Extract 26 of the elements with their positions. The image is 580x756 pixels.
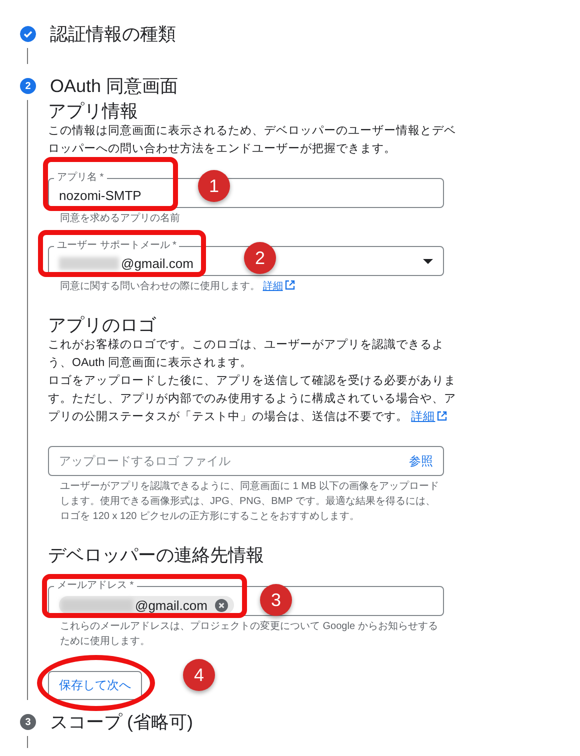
field-placeholder: アップロードするロゴ ファイル xyxy=(59,452,230,470)
step-number: 2 xyxy=(20,78,36,94)
field-label: メールアドレス * xyxy=(54,580,137,592)
helper-text: これらのメールアドレスは、プロジェクトの変更について Google からお知らせするために使用します。 xyxy=(60,620,439,649)
chip-text: @gmail.com xyxy=(135,598,208,612)
step-number: 3 xyxy=(20,714,36,730)
number-badge: 4 xyxy=(183,659,215,691)
section-description: ロゴをアップロードした後に、アプリを送信して確認を受ける必要があります。ただし、アプリが内部でのみ使用するように構成されている場合や、アプリの公開ステータスが「テスト中」の場合は、送信は不要です。 詳細 xyxy=(48,373,457,425)
helper-text: 同意に関する問い合わせの際に使用します。 詳細 xyxy=(60,279,440,294)
step-title: 認証情報の種類 xyxy=(50,23,176,46)
helper-text: ユーザーがアプリを認識できるように、同意画面に 1 MB 以下の画像をアップロードします。使用できる画像形式は、JPG、PNG、BMP です。最適な結果を得るには、ロゴを 120 x 120 ピクセルの正方形にすることをおすすめします。 xyxy=(60,480,440,524)
number-badge: 1 xyxy=(198,170,230,202)
number-badge: 3 xyxy=(260,584,292,616)
step-title: スコープ (省略可) xyxy=(50,711,193,734)
section-heading: アプリのロゴ xyxy=(48,314,157,336)
number-badge: 2 xyxy=(244,242,276,274)
section-heading: デベロッパーの連絡先情報 xyxy=(48,544,265,566)
field-label: ユーザー サポートメール * xyxy=(54,240,180,252)
section-description: この情報は同意画面に表示されるため、デベロッパーのユーザー情報とデベロッパーへの問い合わせ方法をエンドユーザーが把握できます。 xyxy=(48,124,457,157)
helper-text: 同意を求めるアプリの名前 xyxy=(60,212,181,226)
section-heading: アプリ情報 xyxy=(48,100,139,122)
section-description: これがお客様のロゴです。このロゴは、ユーザーがアプリを認識できるよう、OAuth 同意画面に表示されます。 xyxy=(48,337,445,371)
field-value: nozomi-SMTP xyxy=(59,186,142,202)
field-label: アプリ名 * xyxy=(54,172,107,184)
step-title: OAuth 同意画面 xyxy=(50,75,178,98)
field-value: @gmail.com xyxy=(121,256,194,270)
